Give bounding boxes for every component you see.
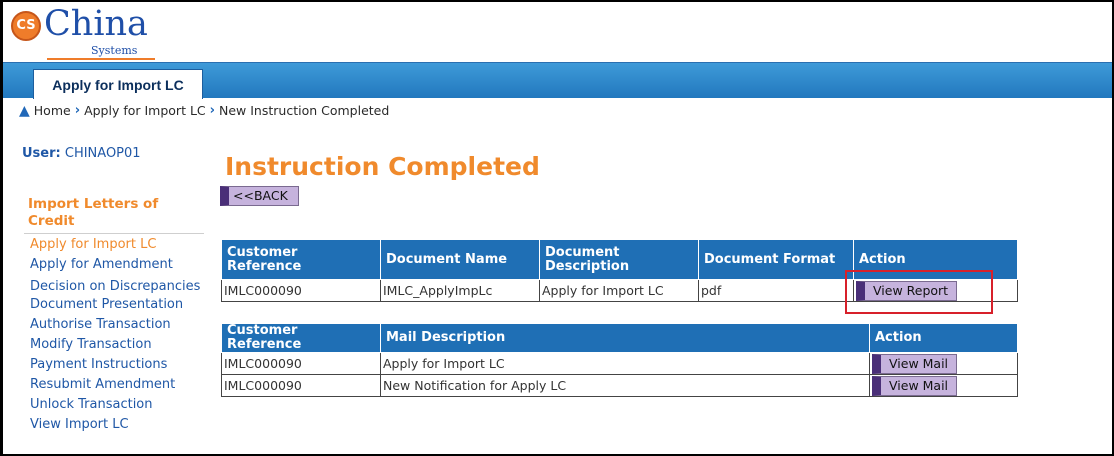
cell-document-description: Apply for Import LC [539,279,699,302]
sidebar-item-authorise-transaction[interactable]: Authorise Transaction [30,315,210,335]
cell-customer-reference: IMLC000090 [221,279,381,302]
sidebar-item-view-import-lc[interactable]: View Import LC [30,415,210,435]
column-header: Document Name [380,239,540,280]
cell-action: View Mail [869,352,1018,375]
column-header: Document Description [539,239,699,280]
page-title: Instruction Completed [225,152,540,181]
sidebar-item-modify-transaction[interactable]: Modify Transaction [30,335,210,355]
column-header: Customer Reference [221,323,381,353]
user-name: CHINAOP01 [64,146,141,161]
column-header: Document Format [698,239,854,280]
sidebar-menu: Apply for Import LC Apply for Amendment … [30,235,210,435]
sidebar-item-apply-for-amendment[interactable]: Apply for Amendment [30,255,210,275]
column-header: Mail Description [380,323,870,353]
sidebar-item-decision-on-discrepancies[interactable]: Decision on Discrepancies [30,278,210,295]
cell-document-format: pdf [698,279,854,302]
cell-mail-description: New Notification for Apply LC [380,374,870,397]
sidebar-divider [24,233,204,234]
table-row: IMLC000090 Apply for Import LC View Mail [221,352,1018,375]
breadcrumb-apply-for-import-lc[interactable]: Apply for Import LC [84,103,206,118]
chevron-right-icon: › [74,103,81,118]
cell-customer-reference: IMLC000090 [221,352,381,375]
tab-bar: Apply for Import LC [3,62,1112,99]
view-mail-button[interactable]: View Mail [872,353,958,374]
back-button[interactable]: <<BACK [220,186,299,206]
highlight-box [845,270,993,314]
breadcrumb-current: New Instruction Completed [219,103,390,118]
app-frame: CS China Systems Apply for Import LC ▲ H… [0,0,1114,456]
sidebar-item-unlock-transaction[interactable]: Unlock Transaction [30,395,210,415]
chevron-right-icon: › [209,103,215,118]
cell-customer-reference: IMLC000090 [221,374,381,397]
sidebar-item-apply-for-import-lc[interactable]: Apply for Import LC [30,235,210,255]
cell-document-name: IMLC_ApplyImpLc [380,279,540,302]
mails-header-row: Customer Reference Mail Description Acti… [221,323,1018,353]
china-systems-logo: CS China Systems [11,4,161,62]
column-header: Action [869,323,1018,353]
cell-action: View Mail [869,374,1018,397]
logo-underline [47,58,155,60]
logo-subtitle: Systems [91,44,138,57]
home-icon[interactable]: ▲ [19,104,30,118]
sidebar-item-payment-instructions[interactable]: Payment Instructions [30,355,210,375]
sidebar-item-resubmit-amendment[interactable]: Resubmit Amendment [30,375,210,395]
view-mail-button[interactable]: View Mail [872,375,958,396]
cell-mail-description: Apply for Import LC [380,352,870,375]
user-info: User: CHINAOP01 [22,146,141,161]
user-label: User: [22,146,61,161]
breadcrumb: ▲ Home › Apply for Import LC › New Instr… [19,103,389,118]
table-row: IMLC000090 New Notification for Apply LC… [221,374,1018,397]
logo-word: China [44,4,148,44]
tab-apply-for-import-lc[interactable]: Apply for Import LC [33,69,203,99]
sidebar-item-document-presentation[interactable]: Document Presentation [30,295,210,315]
breadcrumb-home[interactable]: Home [34,103,71,118]
sidebar-heading: Import Letters of Credit [28,196,159,229]
logo-badge: CS [11,11,41,41]
column-header: Customer Reference [221,239,381,280]
mails-table: Customer Reference Mail Description Acti… [221,323,1018,397]
